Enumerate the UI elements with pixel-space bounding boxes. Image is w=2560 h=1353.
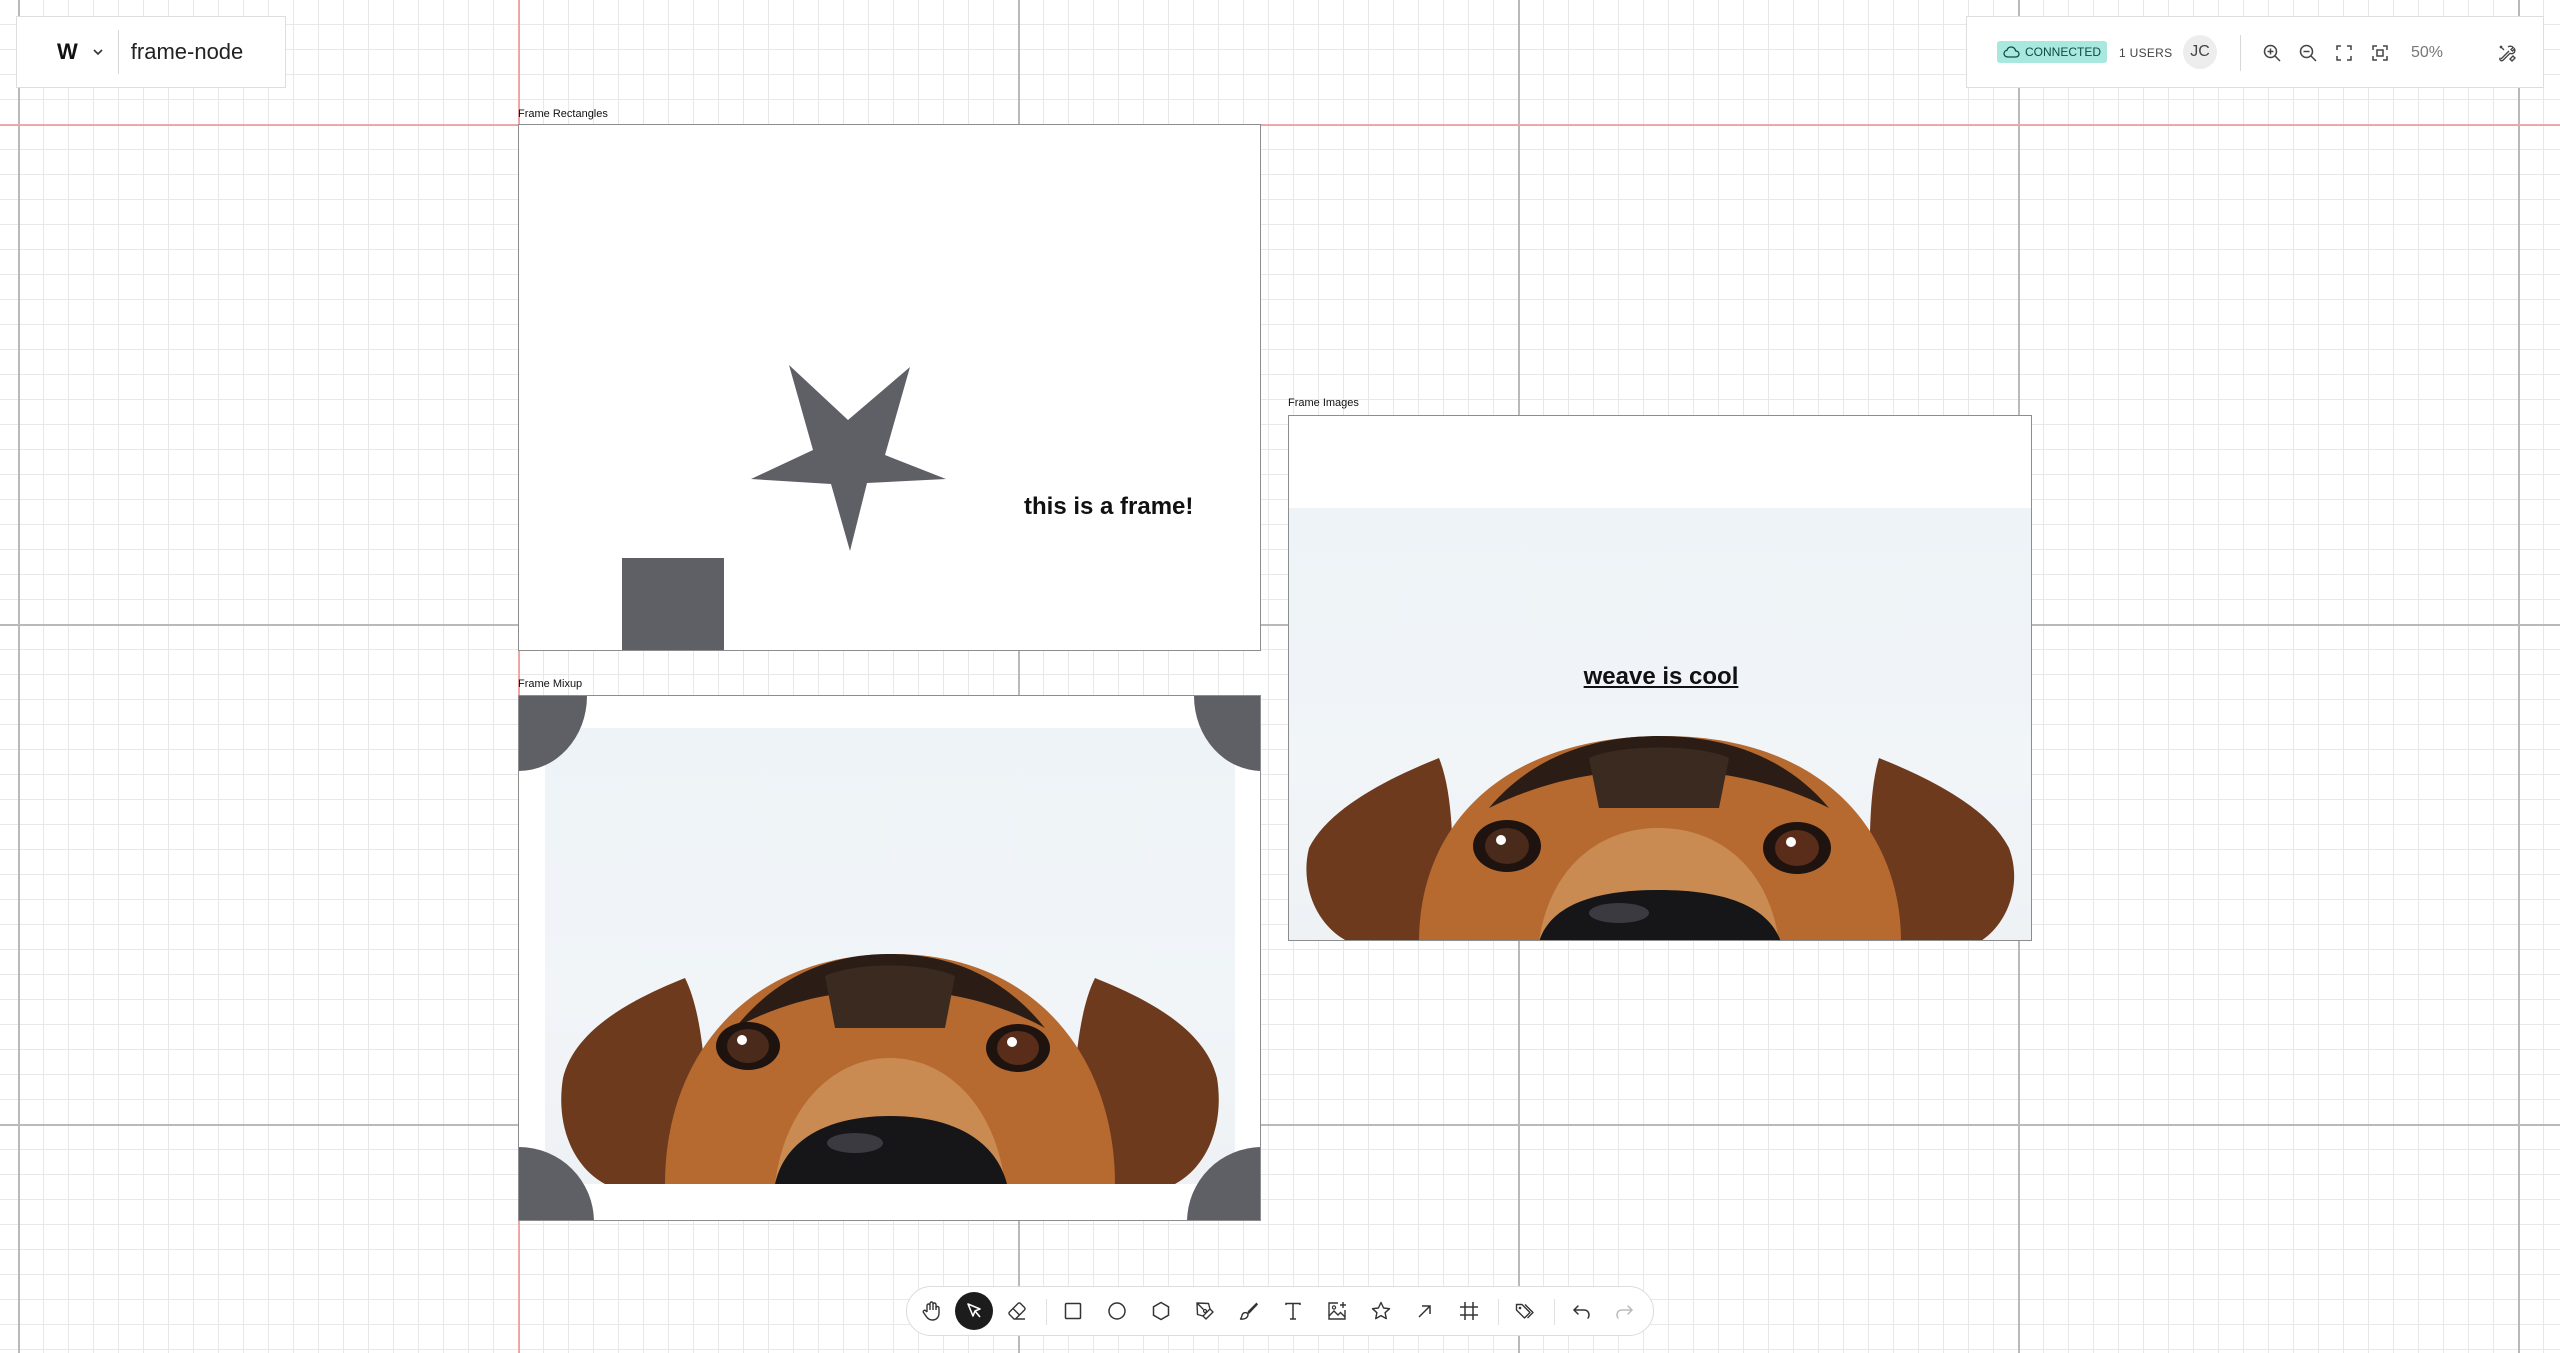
arrow-tool-button[interactable] — [1406, 1292, 1444, 1330]
frame-tool-button[interactable] — [1450, 1292, 1488, 1330]
dog-illustration — [1306, 735, 2015, 940]
zoom-out-button[interactable] — [2294, 39, 2322, 67]
fit-to-screen-icon — [2372, 45, 2388, 61]
text-icon — [1285, 1302, 1301, 1320]
dog-photo[interactable] — [1289, 508, 2031, 940]
star-tool-button[interactable] — [1362, 1292, 1400, 1330]
redo-icon — [1616, 1305, 1634, 1319]
zoom-in-button[interactable] — [2258, 39, 2286, 67]
zoom-level[interactable]: 50% — [2411, 44, 2443, 62]
frame-rectangles[interactable]: this is a frame! — [518, 124, 1261, 651]
tools-icon — [2499, 45, 2516, 62]
toolbar-divider — [1554, 1299, 1555, 1325]
frame-images[interactable]: weave is cool — [1288, 415, 2032, 941]
undo-icon — [1572, 1305, 1590, 1319]
divider — [2240, 35, 2241, 71]
chevron-down-icon — [93, 49, 103, 56]
cloud-icon — [2003, 46, 2020, 58]
fullscreen-button[interactable] — [2330, 39, 2358, 67]
guide-line-horizontal — [0, 124, 2560, 125]
text-tool-button[interactable] — [1274, 1292, 1312, 1330]
corner-shape-top-left — [519, 696, 587, 771]
polygon-tool-button[interactable] — [1142, 1292, 1180, 1330]
divider — [117, 30, 119, 74]
fit-to-screen-button[interactable] — [2366, 39, 2394, 67]
frame-images-text[interactable]: weave is cool — [1289, 663, 2031, 691]
document-panel: W frame-node — [16, 16, 286, 88]
toolbar-divider — [1046, 1299, 1047, 1325]
tags-icon — [1515, 1303, 1534, 1319]
rectangle-tool-button[interactable] — [1054, 1292, 1092, 1330]
corner-shape-bottom-left — [519, 1147, 594, 1220]
hand-tool-button[interactable] — [912, 1292, 950, 1330]
corner-shape-top-right — [1194, 696, 1260, 771]
image-icon — [1328, 1302, 1346, 1320]
app-logo: W — [57, 39, 78, 64]
star-polygon[interactable] — [751, 365, 951, 555]
ellipse-icon — [1108, 1302, 1126, 1320]
eraser-tool-button[interactable] — [998, 1292, 1036, 1330]
select-tool-button[interactable] — [955, 1292, 993, 1330]
frame-rectangles-text[interactable]: this is a frame! — [1024, 493, 1193, 521]
connection-status-badge: CONNECTED — [1997, 41, 2108, 63]
frame-mixup[interactable] — [518, 695, 1261, 1221]
avatar[interactable]: JC — [2183, 35, 2217, 69]
connection-status-text: CONNECTED — [2025, 45, 2102, 59]
undo-button[interactable] — [1562, 1292, 1600, 1330]
canvas[interactable]: Frame Rectangles this is a frame! Frame … — [0, 0, 2560, 1353]
fullscreen-icon — [2336, 45, 2352, 61]
toolbar-divider — [1498, 1299, 1499, 1325]
frame-icon — [1460, 1302, 1478, 1320]
brush-icon — [1239, 1302, 1259, 1320]
square-shape[interactable] — [622, 558, 724, 650]
zoom-in-icon — [2263, 44, 2281, 62]
frame-mixup-label[interactable]: Frame Mixup — [518, 678, 582, 690]
app-menu-button[interactable]: W — [17, 30, 118, 74]
pen-icon — [1196, 1302, 1214, 1320]
eraser-icon — [1008, 1302, 1026, 1320]
users-count: 1 USERS — [2119, 46, 2173, 60]
image-tool-button[interactable] — [1318, 1292, 1356, 1330]
brush-tool-button[interactable] — [1230, 1292, 1268, 1330]
hand-icon — [922, 1301, 940, 1321]
tools-settings-button[interactable] — [2493, 39, 2521, 67]
star-icon — [1371, 1301, 1391, 1320]
toolbar — [906, 1286, 1654, 1336]
ellipse-tool-button[interactable] — [1098, 1292, 1136, 1330]
corner-shape-bottom-right — [1187, 1147, 1260, 1220]
document-name[interactable]: frame-node — [131, 39, 244, 65]
pen-tool-button[interactable] — [1186, 1292, 1224, 1330]
polygon-icon — [1152, 1301, 1170, 1321]
frame-rectangles-label[interactable]: Frame Rectangles — [518, 108, 608, 120]
zoom-out-icon — [2299, 44, 2317, 62]
frame-images-label[interactable]: Frame Images — [1288, 397, 1359, 409]
select-icon — [967, 1303, 981, 1318]
mixup-corner-shapes — [519, 696, 1260, 1220]
arrow-icon — [1418, 1305, 1431, 1318]
status-panel: CONNECTED 1 USERS JC 50% — [1966, 16, 2544, 88]
redo-button[interactable] — [1606, 1292, 1644, 1330]
tags-tool-button[interactable] — [1506, 1292, 1544, 1330]
rectangle-icon — [1064, 1302, 1082, 1320]
